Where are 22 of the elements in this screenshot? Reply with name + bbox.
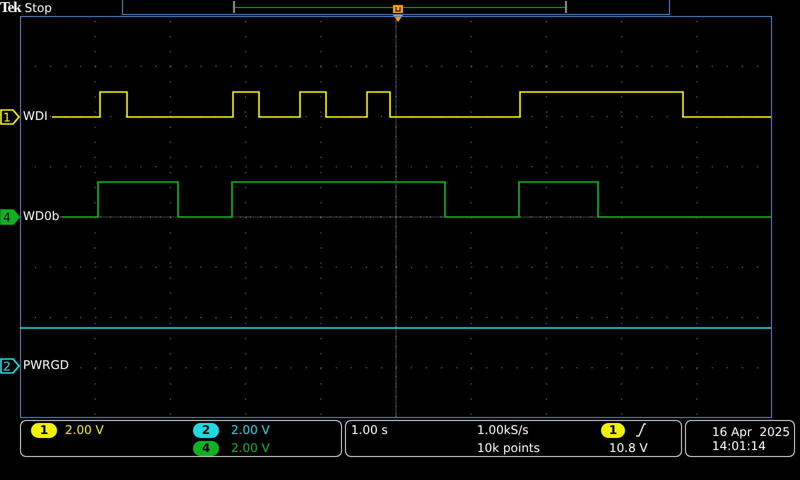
channel-label: WDI	[22, 109, 49, 123]
brand-logo: Tek	[0, 0, 21, 16]
acquisition-status: Stop	[24, 1, 52, 15]
trigger-level: 10.8 V	[609, 441, 649, 455]
channel-marker[interactable]: 4	[0, 209, 20, 225]
volts-per-div: 2.00 V	[231, 423, 271, 437]
record-length: 10k points	[477, 441, 541, 455]
channel-badge[interactable]: 1	[31, 422, 57, 438]
rising-edge-icon	[635, 423, 647, 437]
trigger-source-badge: 1	[601, 422, 625, 438]
channel-label: PWRGD	[22, 358, 70, 372]
time-text: 14:01:14	[712, 438, 767, 452]
channel-badge[interactable]: 4	[193, 440, 219, 456]
channel-label: WD0b	[22, 209, 60, 223]
time-per-div: 1.00 s	[351, 423, 389, 437]
channel-marker[interactable]: 2	[0, 358, 20, 374]
channel-marker[interactable]: 1	[0, 109, 20, 125]
volts-per-div: 2.00 V	[231, 441, 271, 455]
date-text: 16 Apr 2025	[712, 424, 792, 438]
sample-rate: 1.00kS/s	[477, 423, 530, 437]
volts-per-div: 2.00 V	[65, 423, 105, 437]
channel-badge[interactable]: 2	[193, 422, 219, 438]
